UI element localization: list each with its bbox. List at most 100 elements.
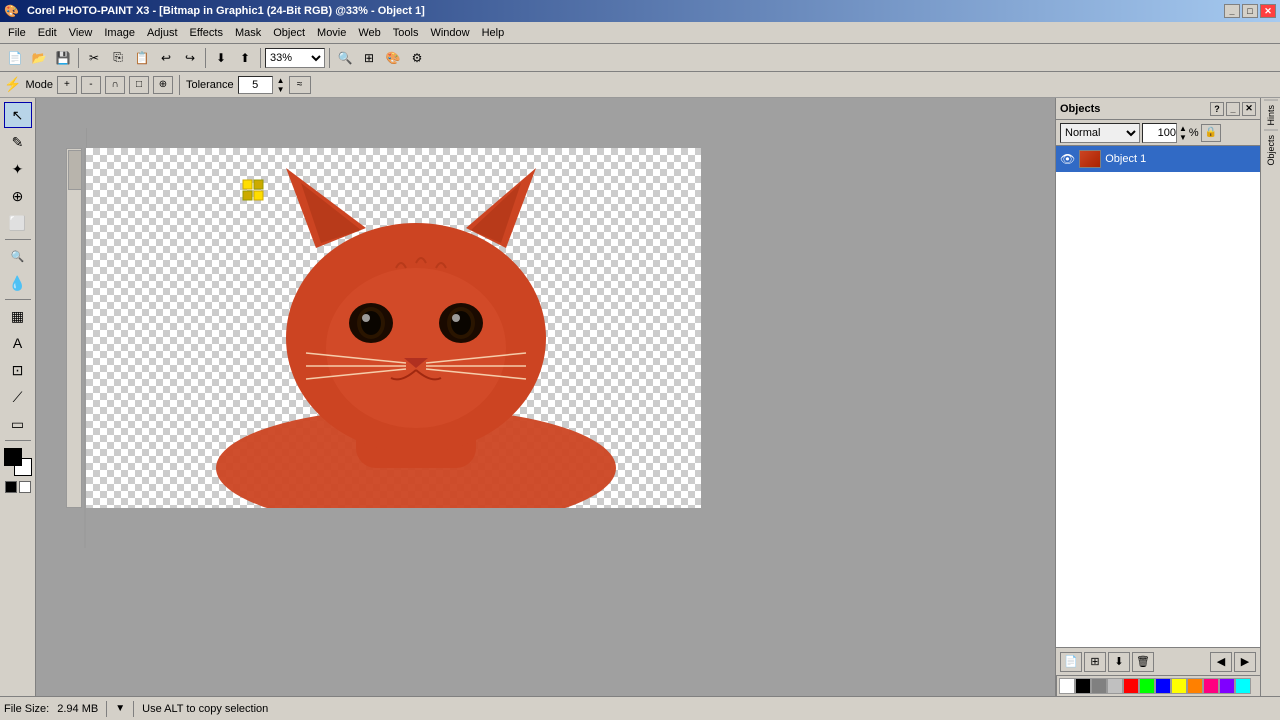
tool-path[interactable]: ⟋	[4, 384, 32, 410]
tool-text[interactable]: A	[4, 330, 32, 356]
merge-btn[interactable]: ⬇	[1108, 652, 1130, 672]
options-button[interactable]: ⚙	[406, 47, 428, 69]
color-button[interactable]: 🎨	[382, 47, 404, 69]
object-name[interactable]: Object 1	[1105, 153, 1256, 165]
palette-silver[interactable]	[1107, 678, 1123, 694]
vtab-hints[interactable]: Hints	[1264, 100, 1278, 130]
panel-help-btn[interactable]: ?	[1210, 102, 1224, 116]
tool-eyedropper[interactable]: 💧	[4, 270, 32, 296]
status-dropdown[interactable]: ▼	[115, 703, 125, 714]
redo-button[interactable]: ↪	[179, 47, 201, 69]
menu-window[interactable]: Window	[424, 25, 475, 41]
mode-btn-3[interactable]: ∩	[105, 76, 125, 94]
palette-yellow[interactable]	[1171, 678, 1187, 694]
paste-button[interactable]: 📋	[131, 47, 153, 69]
color-swatches	[4, 448, 32, 476]
open-button[interactable]: 📂	[28, 47, 50, 69]
menu-web[interactable]: Web	[352, 25, 386, 41]
cut-button[interactable]: ✂	[83, 47, 105, 69]
new-button[interactable]: 📄	[4, 47, 26, 69]
menu-help[interactable]: Help	[476, 25, 511, 41]
scrollbar-vertical[interactable]	[66, 148, 82, 508]
copy-button[interactable]: ⎘	[107, 47, 129, 69]
menu-adjust[interactable]: Adjust	[141, 25, 184, 41]
tolerance-label: Tolerance	[186, 79, 234, 91]
import-button[interactable]: ⬇	[210, 47, 232, 69]
menu-movie[interactable]: Movie	[311, 25, 352, 41]
opacity-down[interactable]: ▼	[1179, 133, 1187, 142]
palette-lime[interactable]	[1139, 678, 1155, 694]
bitmap-canvas[interactable]	[86, 148, 701, 508]
mode-btn-1[interactable]: +	[57, 76, 77, 94]
props-sep-1	[179, 75, 180, 95]
tolerance-down[interactable]: ▼	[277, 85, 285, 94]
lock-btn[interactable]: 🔒	[1201, 124, 1221, 142]
palette-gray[interactable]	[1091, 678, 1107, 694]
menu-view[interactable]: View	[63, 25, 99, 41]
feather-btn[interactable]: ≈	[289, 76, 311, 94]
export-button[interactable]: ⬆	[234, 47, 256, 69]
mode-btn-5[interactable]: ⊕	[153, 76, 173, 94]
menu-mask[interactable]: Mask	[229, 25, 267, 41]
tool-effect[interactable]: ✦	[4, 156, 32, 182]
palette-cyan[interactable]	[1235, 678, 1251, 694]
grid-button[interactable]: ⊞	[358, 47, 380, 69]
palette-purple[interactable]	[1219, 678, 1235, 694]
tool-sep-1	[5, 239, 31, 240]
object-row[interactable]: 👁 Object 1	[1056, 146, 1260, 172]
mode-btn-2[interactable]: -	[81, 76, 101, 94]
palette-black[interactable]	[1075, 678, 1091, 694]
canvas-area[interactable]: 0 50 100 150 200 250 300 350 400 450 0 5	[36, 98, 1055, 696]
palette-pink[interactable]	[1203, 678, 1219, 694]
palette-orange[interactable]	[1187, 678, 1203, 694]
swap-colors-btn[interactable]	[19, 481, 31, 493]
panel-minimize-btn[interactable]: _	[1226, 102, 1240, 116]
menu-object[interactable]: Object	[267, 25, 311, 41]
tool-fill[interactable]: ▦	[4, 303, 32, 329]
undo-button[interactable]: ↩	[155, 47, 177, 69]
vtab-objects[interactable]: Objects	[1264, 130, 1278, 170]
object-visibility-toggle[interactable]: 👁	[1060, 152, 1075, 166]
zoom-in-button[interactable]: 🔍	[334, 47, 356, 69]
palette-red[interactable]	[1123, 678, 1139, 694]
reset-colors-btn[interactable]	[5, 481, 17, 493]
menu-file[interactable]: File	[2, 25, 32, 41]
panel-options-btn2[interactable]: ▶	[1234, 652, 1256, 672]
close-button[interactable]: ✕	[1260, 4, 1276, 18]
tool-paint[interactable]: ✎	[4, 129, 32, 155]
tolerance-input[interactable]	[238, 76, 273, 94]
main-layout: ↖ ✎ ✦ ⊕ ⬜ 🔍 💧 ▦ A ⊡ ⟋ ▭ 0	[0, 98, 1280, 696]
toolbar-sep-2	[205, 48, 206, 68]
scrollbar-thumb[interactable]	[68, 150, 82, 190]
save-button[interactable]: 💾	[52, 47, 74, 69]
new-layer-btn[interactable]: 📄	[1060, 652, 1082, 672]
zoom-select[interactable]: 25% 33% 50% 75% 100%	[265, 48, 325, 68]
menu-edit[interactable]: Edit	[32, 25, 63, 41]
maximize-button[interactable]: □	[1242, 4, 1258, 18]
tool-erase[interactable]: ⬜	[4, 210, 32, 236]
tool-clone[interactable]: ⊕	[4, 183, 32, 209]
tool-shape[interactable]: ▭	[4, 411, 32, 437]
group-btn[interactable]: ⊞	[1084, 652, 1106, 672]
properties-bar: ⚡ Mode + - ∩ □ ⊕ Tolerance ▲ ▼ ≈	[0, 72, 1280, 98]
objects-blend-toolbar: Normal Multiply Screen Overlay ▲ ▼ % 🔒	[1056, 120, 1260, 146]
file-size-value: 2.94 MB	[57, 703, 98, 715]
mode-btn-4[interactable]: □	[129, 76, 149, 94]
tool-arrow[interactable]: ↖	[4, 102, 32, 128]
delete-layer-btn[interactable]: 🗑	[1132, 652, 1154, 672]
tool-crop[interactable]: ⊡	[4, 357, 32, 383]
panel-close-btn[interactable]: ✕	[1242, 102, 1256, 116]
menu-tools[interactable]: Tools	[387, 25, 425, 41]
menu-image[interactable]: Image	[98, 25, 141, 41]
menu-effects[interactable]: Effects	[184, 25, 229, 41]
fg-color-swatch[interactable]	[4, 448, 22, 466]
panel-options-btn[interactable]: ◀	[1210, 652, 1232, 672]
opacity-input[interactable]	[1142, 123, 1177, 143]
minimize-button[interactable]: _	[1224, 4, 1240, 18]
tolerance-up[interactable]: ▲	[277, 76, 285, 85]
tool-zoom[interactable]: 🔍	[4, 243, 32, 269]
palette-blue[interactable]	[1155, 678, 1171, 694]
opacity-up[interactable]: ▲	[1179, 124, 1187, 133]
palette-white[interactable]	[1059, 678, 1075, 694]
blend-mode-select[interactable]: Normal Multiply Screen Overlay	[1060, 123, 1140, 143]
